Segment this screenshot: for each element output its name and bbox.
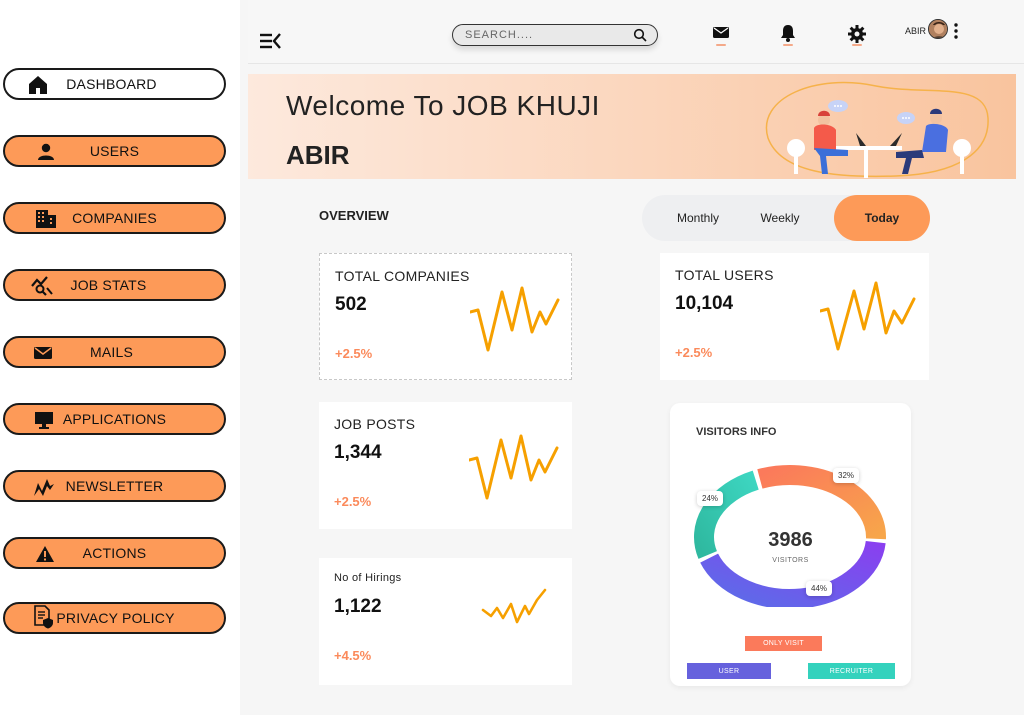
period-tabs: Monthly Weekly Today (642, 195, 930, 241)
stat-label: TOTAL USERS (675, 267, 774, 283)
sparkline-chart (469, 434, 559, 500)
gear-icon[interactable] (847, 24, 867, 46)
sidebar: DASHBOARD USERS COMPANIES JOB STATS MAIL… (0, 0, 240, 715)
sidebar-item-label: COMPANIES (72, 210, 157, 226)
stat-card-total-users[interactable]: TOTAL USERS 10,104 +2.5% (660, 253, 929, 380)
stat-label: No of Hirings (334, 572, 402, 584)
sidebar-item-job-stats[interactable]: JOB STATS (3, 269, 226, 301)
sidebar-item-label: USERS (89, 143, 140, 159)
sparkline-chart (470, 286, 560, 352)
stat-value: 502 (335, 294, 367, 315)
stat-card-job-posts[interactable]: JOB POSTS 1,344 +2.5% (319, 402, 572, 529)
header-user-name: ABIR (905, 26, 927, 36)
sidebar-item-applications[interactable]: APPLICATIONS (3, 403, 226, 435)
search-bar (452, 24, 658, 46)
stat-change: +2.5% (335, 346, 373, 361)
sidebar-item-privacy-policy[interactable]: PRIVACY POLICY (3, 602, 226, 634)
visitors-caption: VISITORS (772, 557, 809, 564)
banner-user-name: ABIR (286, 140, 350, 170)
sidebar-item-actions[interactable]: ACTIONS (3, 537, 226, 569)
sidebar-item-label: PRIVACY POLICY (56, 610, 175, 626)
sidebar-item-newsletter[interactable]: NEWSLETTER (3, 470, 226, 502)
tab-monthly[interactable]: Monthly (656, 195, 740, 241)
banner-title: Welcome To JOB KHUJI (286, 90, 600, 121)
sidebar-item-mails[interactable]: MAILS (3, 336, 226, 368)
main-content: ABIR Welcome To JOB KHUJI ABIR (240, 0, 1024, 715)
welcome-banner: Welcome To JOB KHUJI ABIR (248, 74, 1016, 179)
sparkline-chart (481, 588, 547, 624)
mail-icon[interactable] (711, 24, 731, 46)
bell-icon[interactable] (778, 24, 798, 46)
meeting-illustration (765, 81, 989, 178)
avatar[interactable] (928, 19, 948, 39)
search-icon[interactable] (633, 28, 647, 47)
more-options-icon[interactable] (952, 22, 960, 40)
stat-value: 1,344 (334, 442, 382, 463)
percent-label: 44% (806, 581, 833, 596)
visitors-total: 3986 (768, 529, 813, 551)
sidebar-item-label: JOB STATS (70, 277, 147, 293)
stat-card-total-companies[interactable]: TOTAL COMPANIES 502 +2.5% (319, 253, 572, 380)
legend-user[interactable]: USER (687, 663, 771, 679)
visitors-title: VISITORS INFO (696, 426, 777, 438)
visitors-info-card: VISITORS INFO 3986 VISITORS 32% 44% 24% … (670, 403, 911, 686)
stat-label: JOB POSTS (334, 416, 416, 432)
stat-change: +2.5% (334, 494, 372, 509)
percent-label: 24% (697, 491, 724, 506)
tab-today[interactable]: Today (834, 195, 930, 241)
sidebar-item-label: ACTIONS (82, 545, 147, 561)
stat-change: +4.5% (334, 648, 372, 663)
overview-title: OVERVIEW (319, 208, 389, 223)
sidebar-item-label: NEWSLETTER (65, 478, 164, 494)
sidebar-item-users[interactable]: USERS (3, 135, 226, 167)
stat-label: TOTAL COMPANIES (335, 268, 470, 284)
percent-label: 32% (833, 468, 860, 483)
stat-change: +2.5% (675, 345, 713, 360)
sidebar-item-dashboard[interactable]: DASHBOARD (3, 68, 226, 100)
search-input[interactable] (465, 27, 625, 43)
sidebar-item-label: APPLICATIONS (62, 411, 167, 427)
stat-card-hirings[interactable]: No of Hirings 1,122 +4.5% (319, 558, 572, 685)
top-bar: ABIR (248, 0, 1024, 64)
legend-recruiter[interactable]: RECRUITER (808, 663, 895, 679)
sidebar-item-label: MAILS (89, 344, 133, 360)
stat-value: 10,104 (675, 293, 734, 314)
sidebar-item-companies[interactable]: COMPANIES (3, 202, 226, 234)
menu-collapse-icon[interactable] (258, 30, 284, 52)
sidebar-item-label: DASHBOARD (66, 76, 157, 92)
sparkline-chart (820, 281, 916, 351)
stat-value: 1,122 (334, 596, 382, 617)
legend-only-visit[interactable]: ONLY VISIT (745, 636, 822, 651)
tab-weekly[interactable]: Weekly (742, 195, 818, 241)
